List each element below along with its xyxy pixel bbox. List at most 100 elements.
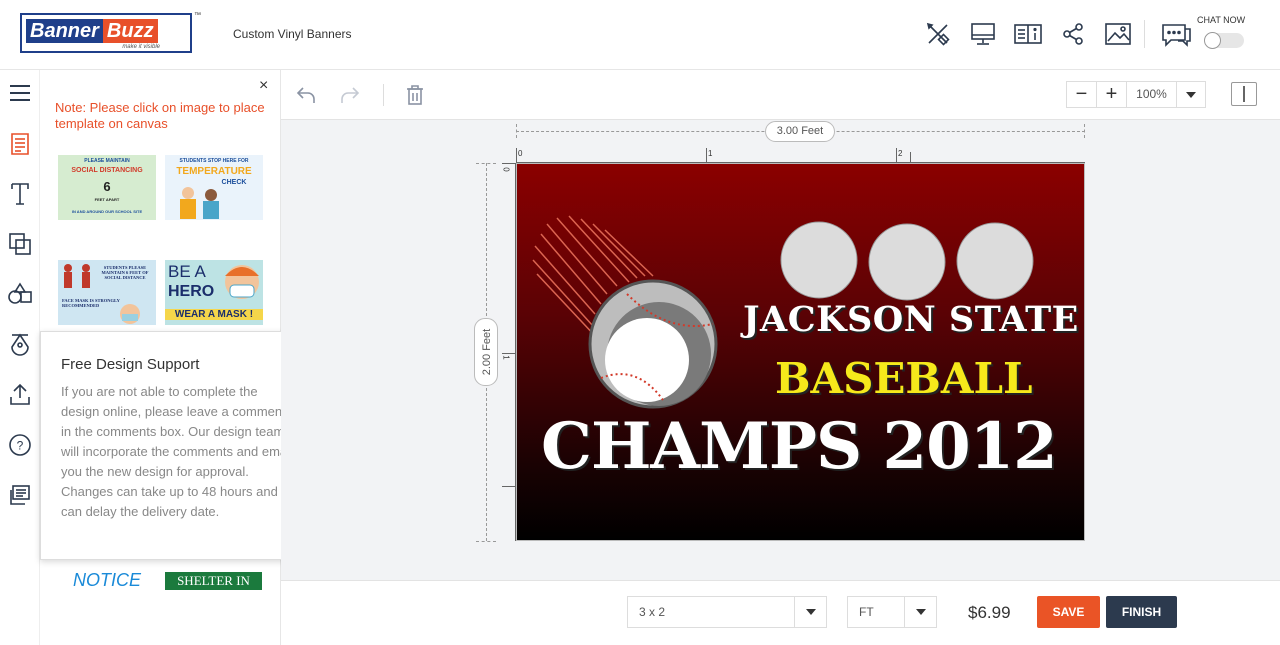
free-design-support-popup: × Free Design Support If you are not abl… — [40, 331, 310, 560]
product-name: Custom Vinyl Banners — [233, 27, 352, 41]
template-thumb-be-a-hero[interactable]: BE A HERO WEAR A MASK ! — [165, 260, 263, 325]
header-divider — [1144, 20, 1145, 48]
popup-body: If you are not able to complete the desi… — [61, 384, 293, 519]
canvas-toolbar: − + 100% — [281, 70, 1280, 120]
toggle-knob — [1204, 32, 1221, 49]
price-display: $6.99 — [968, 603, 1011, 622]
people-illustration-icon — [64, 264, 90, 288]
ruler-label: 1 — [501, 355, 511, 360]
templates-icon[interactable] — [6, 130, 34, 158]
template-thumb-temperature-check[interactable]: STUDENTS STOP HERE FOR TEMPERATURE CHECK — [165, 155, 263, 220]
thumb-text: HERO — [168, 283, 215, 300]
dimension-tick — [476, 541, 496, 542]
zoom-value[interactable]: 100% — [1127, 82, 1177, 107]
close-panel-icon[interactable]: × — [259, 77, 268, 95]
hero-face-icon — [225, 265, 259, 299]
svg-text:?: ? — [17, 439, 24, 453]
ruler-label: 2 — [898, 149, 903, 158]
logo-tagline: make it visible — [122, 44, 160, 50]
banner-canvas[interactable]: JACKSON STATE BASEBALL CHAMPS 2012 — [516, 163, 1085, 541]
golf-ball-icon — [956, 222, 1034, 300]
ruler-label: 0 — [518, 149, 523, 158]
ruler-label: 1 — [708, 149, 713, 158]
thumb-text: STUDENTS STOP HERE FOR — [179, 158, 249, 164]
chevron-down-icon — [904, 597, 936, 627]
logo-text-banner: Banner — [26, 19, 103, 43]
desktop-preview-icon[interactable] — [960, 18, 1005, 50]
size-select-value: 3 x 2 — [639, 605, 666, 619]
height-label-pill: 2.00 Feet — [474, 318, 498, 386]
upload-icon[interactable] — [6, 380, 34, 408]
thumb-text: FEET APART — [94, 197, 120, 202]
ruler-label: 0 — [501, 167, 511, 172]
help-icon[interactable]: ? — [6, 431, 34, 459]
left-tool-rail: ? — [0, 70, 40, 645]
trash-icon[interactable] — [402, 82, 428, 108]
people-illustration-icon — [180, 187, 219, 219]
golf-ball-icon — [868, 223, 946, 301]
toggle-panel-icon[interactable] — [1231, 82, 1257, 106]
toolbar-divider — [383, 84, 384, 106]
header-tool-icons — [915, 18, 1140, 50]
popup-title: Free Design Support — [61, 356, 200, 373]
template-thumb-social-distancing[interactable]: PLEASE MAINTAIN SOCIAL DISTANCING 6 FEET… — [58, 155, 156, 220]
template-thumb-shelter-in-place[interactable]: SHELTER IN — [165, 572, 262, 590]
bannerbuzz-logo[interactable]: Banner Buzz make it visible — [20, 13, 192, 53]
share-icon[interactable] — [1050, 18, 1095, 50]
trademark-symbol: ™ — [194, 12, 201, 19]
banner-text-line2[interactable]: BASEBALL — [775, 354, 1065, 403]
width-label: 3.00 Feet — [765, 121, 835, 142]
bottom-bar: 3 x 2 FT $6.99 SAVE FINISH — [281, 580, 1280, 645]
thumb-text: STUDENTS PLEASE MAINTAIN 6 FEET OF SOCIA… — [101, 265, 149, 280]
zoom-control: − + 100% — [1066, 81, 1206, 108]
panel-note: Note: Please click on image to place tem… — [55, 100, 265, 131]
thumb-text: SOCIAL DISTANCING — [71, 167, 143, 174]
chat-toggle-switch[interactable] — [1204, 32, 1244, 49]
dimension-tick — [476, 163, 496, 164]
left-ruler: 0 1 — [502, 163, 516, 541]
banner-text-line3[interactable]: CHAMPS 2012 — [541, 409, 1071, 484]
zoom-dropdown-caret-icon[interactable] — [1177, 82, 1205, 107]
undo-icon[interactable] — [293, 82, 319, 108]
size-select[interactable]: 3 x 2 — [627, 596, 827, 628]
comments-icon[interactable] — [6, 481, 34, 509]
dimension-tick — [1084, 124, 1085, 138]
zoom-out-button[interactable]: − — [1067, 82, 1097, 107]
top-bar: Banner Buzz make it visible ™ Custom Vin… — [0, 0, 1280, 70]
thumb-text: 6 — [103, 179, 111, 194]
chevron-down-icon — [794, 597, 826, 627]
thumb-text: PLEASE MAINTAIN — [84, 158, 130, 164]
zoom-in-button[interactable]: + — [1097, 82, 1127, 107]
top-ruler: 0 1 2 — [516, 148, 1085, 163]
redo-icon[interactable] — [337, 82, 363, 108]
chat-icon[interactable] — [1160, 20, 1194, 50]
template-thumb-face-mask[interactable]: STUDENTS PLEASE MAINTAIN 6 FEET OF SOCIA… — [58, 260, 156, 325]
menu-icon[interactable] — [6, 79, 34, 107]
thumb-text: BE A — [168, 262, 206, 281]
golf-ball-icon — [780, 221, 858, 299]
unit-select-value: FT — [859, 605, 874, 619]
image-icon[interactable] — [1095, 18, 1140, 50]
logo-text-buzz: Buzz — [102, 19, 158, 43]
baseball-graphic — [532, 215, 1034, 409]
thumb-text: WEAR A MASK ! — [165, 309, 263, 320]
thumb-text: FACE MASK IS STRONGLY RECOMMENDED — [62, 298, 120, 308]
unit-select[interactable]: FT — [847, 596, 937, 628]
layers-icon[interactable] — [6, 230, 34, 258]
save-button[interactable]: SAVE — [1037, 596, 1100, 628]
text-icon[interactable] — [6, 180, 34, 208]
dimension-tick — [516, 124, 517, 138]
tools-icon[interactable] — [915, 18, 960, 50]
book-info-icon[interactable] — [1005, 18, 1050, 50]
mask-face-icon — [120, 304, 140, 324]
banner-text-line1[interactable]: JACKSON STATE — [743, 299, 1078, 340]
template-thumb-notice[interactable]: NOTICE — [58, 570, 156, 592]
thumb-text: TEMPERATURE — [176, 166, 252, 177]
clipart-icon[interactable] — [6, 330, 34, 358]
chat-now-label: CHAT NOW — [1197, 15, 1246, 25]
width-dimension: 3.00 Feet — [516, 121, 1085, 142]
thumb-text: IN AND AROUND OUR SCHOOL SITE — [71, 209, 143, 214]
finish-button[interactable]: FINISH — [1106, 596, 1177, 628]
shapes-icon[interactable] — [6, 280, 34, 308]
height-label: 2.00 Feet — [481, 328, 493, 376]
